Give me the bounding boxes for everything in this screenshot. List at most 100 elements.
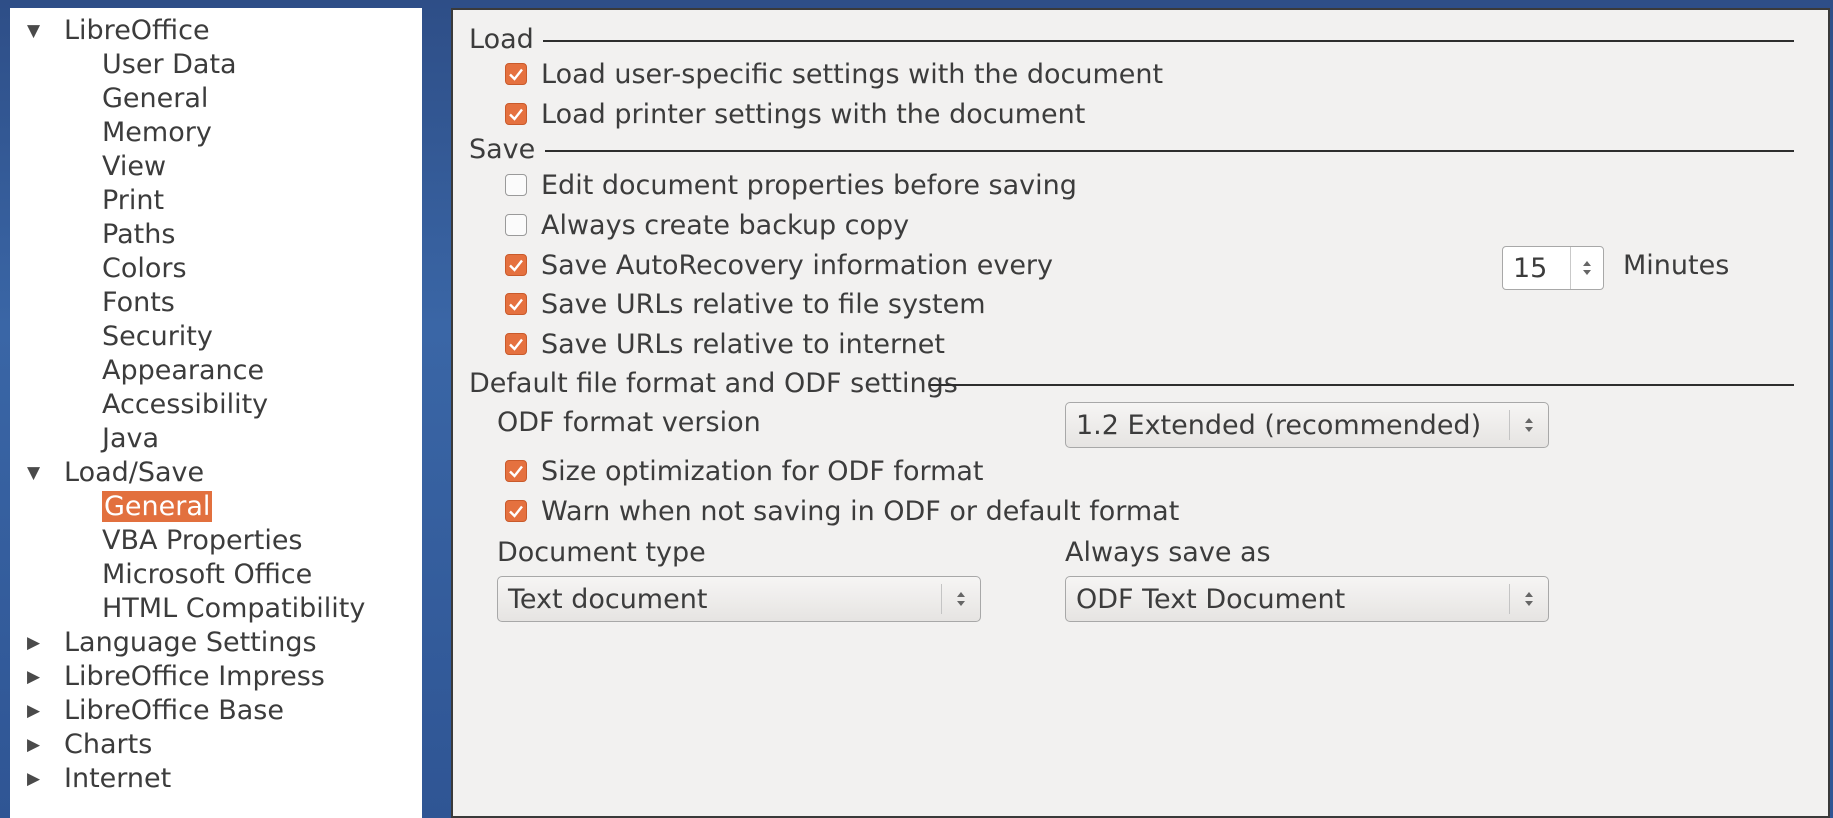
- tree-item-label: Accessibility: [102, 389, 269, 420]
- tree-item-label: Language Settings: [64, 627, 317, 658]
- checkbox-checked-icon: [505, 63, 527, 85]
- tree-item-label: Colors: [102, 253, 187, 284]
- always-save-as-label: Always save as: [1065, 537, 1271, 568]
- collapsed-arrow-icon[interactable]: ▶: [27, 660, 40, 694]
- load-printer-settings-label: Load printer settings with the document: [541, 98, 1086, 130]
- tree-item-label: General: [102, 83, 209, 114]
- always-save-as-value: ODF Text Document: [1076, 583, 1346, 615]
- tree-item-label: Memory: [102, 117, 212, 148]
- tree-item[interactable]: Java: [10, 422, 422, 456]
- combo-arrows-icon: [941, 583, 980, 615]
- collapsed-arrow-icon[interactable]: ▶: [27, 762, 40, 796]
- tree-item-label: Fonts: [102, 287, 175, 318]
- odf-version-value: 1.2 Extended (recommended): [1076, 409, 1482, 441]
- tree-item[interactable]: General: [10, 490, 422, 524]
- checkbox-unchecked-icon: [505, 174, 527, 196]
- tree-item[interactable]: VBA Properties: [10, 524, 422, 558]
- checkbox-checked-icon: [505, 103, 527, 125]
- tree-item-label: Charts: [64, 729, 153, 760]
- combo-arrows-icon: [1509, 409, 1548, 441]
- tree-item-label: Security: [102, 321, 213, 352]
- urls-file-system-label: Save URLs relative to file system: [541, 288, 986, 320]
- checkbox-checked-icon: [505, 254, 527, 276]
- tree-item[interactable]: Appearance: [10, 354, 422, 388]
- odf-version-select[interactable]: 1.2 Extended (recommended): [1065, 402, 1549, 448]
- options-tree: ▼ LibreOffice User Data General Memory View Pr…: [10, 8, 422, 818]
- odf-version-label: ODF format version: [497, 407, 761, 438]
- document-type-select[interactable]: Text document: [497, 576, 981, 622]
- checkbox-checked-icon: [505, 500, 527, 522]
- autorecovery-checkbox[interactable]: Save AutoRecovery information every: [505, 247, 1053, 283]
- tree-category[interactable]: ▶ LibreOffice Impress: [10, 660, 422, 694]
- document-type-label: Document type: [497, 537, 706, 568]
- tree-item-label: Microsoft Office: [102, 559, 313, 590]
- tree-item[interactable]: HTML Compatibility: [10, 592, 422, 626]
- checkbox-checked-icon: [505, 293, 527, 315]
- tree-item-label: General: [102, 491, 213, 522]
- tree-item-label: Appearance: [102, 355, 265, 386]
- tree-item[interactable]: Security: [10, 320, 422, 354]
- expanded-arrow-icon[interactable]: ▼: [27, 456, 40, 490]
- warn-non-odf-label: Warn when not saving in ODF or default f…: [541, 495, 1180, 527]
- format-section-divider: [929, 384, 1794, 386]
- tree-item[interactable]: Fonts: [10, 286, 422, 320]
- tree-item[interactable]: View: [10, 150, 422, 184]
- edit-properties-checkbox[interactable]: Edit document properties before saving: [505, 167, 1077, 203]
- document-type-value: Text document: [508, 583, 708, 615]
- load-section-title: Load: [469, 24, 534, 55]
- tree-item-label: HTML Compatibility: [102, 593, 366, 624]
- tree-item[interactable]: General: [10, 82, 422, 116]
- tree-item[interactable]: Accessibility: [10, 388, 422, 422]
- tree-item-label: VBA Properties: [102, 525, 303, 556]
- autorecovery-label: Save AutoRecovery information every: [541, 249, 1054, 281]
- collapsed-arrow-icon[interactable]: ▶: [27, 728, 40, 762]
- size-optimization-checkbox[interactable]: Size optimization for ODF format: [505, 453, 984, 489]
- tree-item-label: LibreOffice: [64, 15, 210, 46]
- tree-item-label: User Data: [102, 49, 237, 80]
- tree-item-label: LibreOffice Impress: [64, 661, 325, 692]
- save-section-title: Save: [469, 134, 536, 165]
- tree-item-label: LibreOffice Base: [64, 695, 284, 726]
- tree-item[interactable]: Paths: [10, 218, 422, 252]
- backup-copy-label: Always create backup copy: [541, 209, 910, 241]
- always-save-as-select[interactable]: ODF Text Document: [1065, 576, 1549, 622]
- load-printer-settings-checkbox[interactable]: Load printer settings with the document: [505, 96, 1085, 132]
- tree-item-label: Load/Save: [64, 457, 205, 488]
- warn-non-odf-checkbox[interactable]: Warn when not saving in ODF or default f…: [505, 493, 1179, 529]
- tree-item[interactable]: Print: [10, 184, 422, 218]
- tree-item-label: Internet: [64, 763, 172, 794]
- tree-category[interactable]: ▶ Charts: [10, 728, 422, 762]
- save-section-divider: [545, 150, 1794, 152]
- checkbox-checked-icon: [505, 460, 527, 482]
- minutes-label: Minutes: [1623, 250, 1730, 281]
- tree-item-label: Paths: [102, 219, 176, 250]
- size-optimization-label: Size optimization for ODF format: [541, 455, 984, 487]
- tree-item[interactable]: Memory: [10, 116, 422, 150]
- edit-properties-label: Edit document properties before saving: [541, 169, 1077, 201]
- combo-arrows-icon: [1509, 583, 1548, 615]
- tree-category[interactable]: ▶ Language Settings: [10, 626, 422, 660]
- urls-file-system-checkbox[interactable]: Save URLs relative to file system: [505, 286, 986, 322]
- collapsed-arrow-icon[interactable]: ▶: [27, 626, 40, 660]
- tree-category[interactable]: ▼ LibreOffice: [10, 14, 422, 48]
- load-user-settings-checkbox[interactable]: Load user-specific settings with the doc…: [505, 56, 1163, 92]
- tree-category[interactable]: ▼ Load/Save: [10, 456, 422, 490]
- backup-copy-checkbox[interactable]: Always create backup copy: [505, 207, 909, 243]
- tree-category[interactable]: ▶ Internet: [10, 762, 422, 796]
- tree-item[interactable]: Microsoft Office: [10, 558, 422, 592]
- tree-item[interactable]: Colors: [10, 252, 422, 286]
- autorecovery-minutes-spinner[interactable]: 15: [1502, 246, 1604, 290]
- urls-internet-checkbox[interactable]: Save URLs relative to internet: [505, 326, 945, 362]
- checkbox-checked-icon: [505, 333, 527, 355]
- tree-item-label: Java: [102, 423, 160, 454]
- load-save-general-panel: Load Load user-specific settings with th…: [451, 8, 1830, 818]
- urls-internet-label: Save URLs relative to internet: [541, 328, 945, 360]
- tree-item[interactable]: User Data: [10, 48, 422, 82]
- format-section-title: Default file format and ODF settings: [469, 368, 958, 399]
- collapsed-arrow-icon[interactable]: ▶: [27, 694, 40, 728]
- tree-item-label: View: [102, 151, 167, 182]
- tree-category[interactable]: ▶ LibreOffice Base: [10, 694, 422, 728]
- expanded-arrow-icon[interactable]: ▼: [27, 14, 40, 48]
- spin-arrows-icon[interactable]: [1570, 247, 1603, 289]
- autorecovery-minutes-value[interactable]: 15: [1503, 253, 1570, 284]
